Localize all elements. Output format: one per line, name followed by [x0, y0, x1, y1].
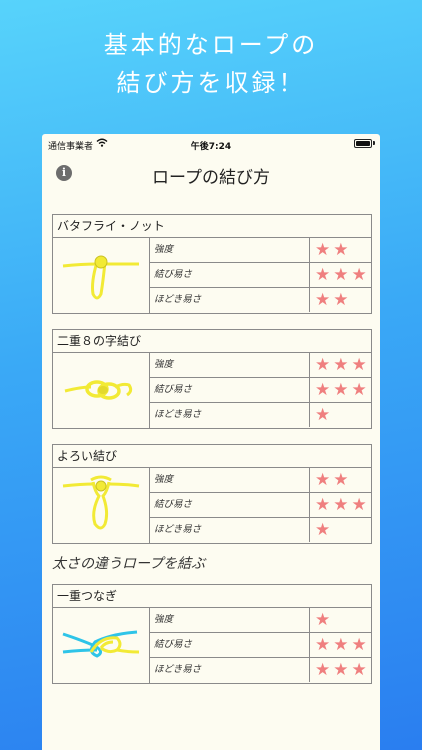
promo-line-1: 基本的なロープの [103, 31, 319, 59]
rating-label: 結び易さ [150, 378, 310, 402]
section-heading: 太さの違うロープを結ぶ [52, 556, 206, 572]
knot-name: 二重８の字結び [53, 330, 371, 353]
knot-card-armor[interactable]: よろい結び 強度 ★★ 結び易さ ★★★ ほどき易さ ★ [52, 444, 372, 544]
rating-row-ease-untie: ほどき易さ ★★ [150, 288, 371, 312]
rating-row-strength: 強度 ★★ [150, 468, 371, 493]
rating-row-strength: 強度 ★★ [150, 238, 371, 263]
knot-card-body: 強度 ★ 結び易さ ★★★ ほどき易さ ★★★ [53, 608, 371, 683]
knot-card-figure-eight[interactable]: 二重８の字結び 強度 ★★★ 結び易さ ★★★ ほどき易さ ★ [52, 329, 372, 429]
rating-row-strength: 強度 ★★★ [150, 353, 371, 378]
knot-card-sheet-bend[interactable]: 一重つなぎ 強度 ★ 結び易さ ★★★ ほどき易さ ★★★ [52, 584, 372, 684]
rating-row-ease-tie: 結び易さ ★★★ [150, 493, 371, 518]
rating-label: ほどき易さ [150, 403, 310, 427]
knot-card-butterfly[interactable]: バタフライ・ノット 強度 ★★ 結び易さ ★★★ ほどき易さ ★★ [52, 214, 372, 314]
rating-label: 強度 [150, 238, 310, 262]
knot-card-body: 強度 ★★ 結び易さ ★★★ ほどき易さ ★ [53, 468, 371, 543]
rating-label: 結び易さ [150, 263, 310, 287]
promo-headline: 基本的なロープの 結び方を収録！ [0, 26, 422, 102]
rating-row-ease-untie: ほどき易さ ★ [150, 518, 371, 542]
promo-line-2: 結び方を収録！ [116, 69, 306, 97]
battery-tip [373, 141, 375, 145]
status-bar: 通信事業者 午後7:24 [42, 134, 380, 154]
star-rating: ★★★ [315, 265, 370, 285]
rating-label: 強度 [150, 468, 310, 492]
rating-label: ほどき易さ [150, 658, 310, 682]
app-screen: 通信事業者 午後7:24 i ロープの結び方 バタフライ・ノット 強度 ★★ 結… [42, 134, 380, 750]
sheet-bend-knot-image [53, 608, 150, 683]
star-rating: ★ [315, 405, 334, 425]
star-rating: ★★★ [315, 635, 370, 655]
rating-label: ほどき易さ [150, 288, 310, 312]
knot-card-body: 強度 ★★ 結び易さ ★★★ ほどき易さ ★★ [53, 238, 371, 313]
knot-name: 一重つなぎ [53, 585, 371, 608]
star-rating: ★★★ [315, 380, 370, 400]
star-rating: ★★★ [315, 660, 370, 680]
rating-label: 強度 [150, 353, 310, 377]
rating-row-strength: 強度 ★ [150, 608, 371, 633]
navigation-bar: i ロープの結び方 [42, 154, 380, 194]
rating-label: 強度 [150, 608, 310, 632]
butterfly-knot-image [53, 238, 150, 313]
star-rating: ★★ [315, 240, 352, 260]
rating-label: 結び易さ [150, 633, 310, 657]
rating-row-ease-untie: ほどき易さ ★★★ [150, 658, 371, 682]
star-rating: ★★ [315, 470, 352, 490]
star-rating: ★ [315, 610, 334, 630]
figure-eight-knot-image [53, 353, 150, 428]
knot-card-body: 強度 ★★★ 結び易さ ★★★ ほどき易さ ★ [53, 353, 371, 428]
star-rating: ★★★ [315, 495, 370, 515]
rating-row-ease-untie: ほどき易さ ★ [150, 403, 371, 427]
rating-label: 結び易さ [150, 493, 310, 517]
armor-knot-image [53, 468, 150, 543]
status-time: 午後7:24 [190, 142, 232, 152]
rating-row-ease-tie: 結び易さ ★★★ [150, 378, 371, 403]
page-title: ロープの結び方 [152, 168, 270, 188]
knot-name: バタフライ・ノット [53, 215, 371, 238]
rating-row-ease-tie: 結び易さ ★★★ [150, 263, 371, 288]
star-rating: ★★ [315, 290, 352, 310]
knot-name: よろい結び [53, 445, 371, 468]
rating-row-ease-tie: 結び易さ ★★★ [150, 633, 371, 658]
star-rating: ★★★ [315, 355, 370, 375]
battery-icon [354, 139, 372, 148]
star-rating: ★ [315, 520, 334, 540]
rating-label: ほどき易さ [150, 518, 310, 542]
